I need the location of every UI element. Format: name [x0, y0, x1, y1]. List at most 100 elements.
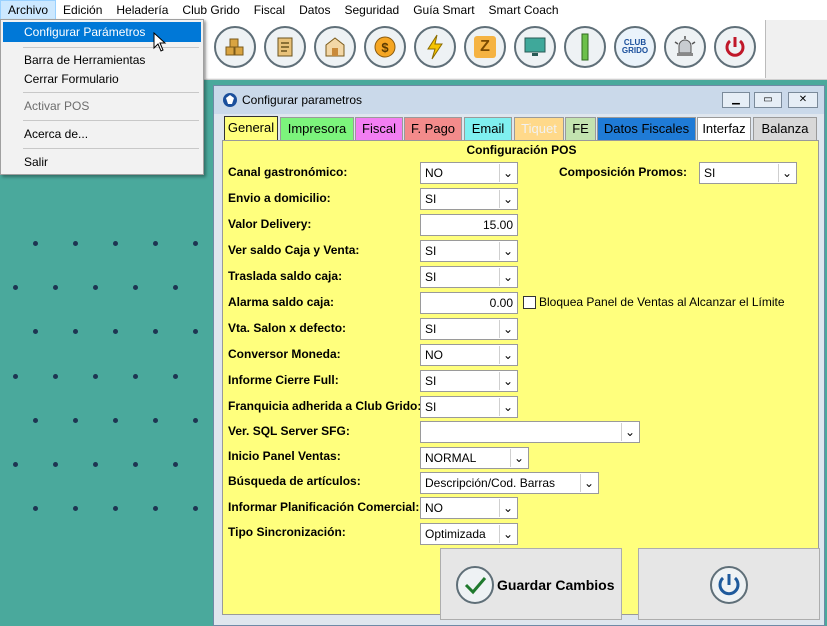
menu-item-configurar-parametros[interactable]: Configurar Parámetros — [3, 22, 201, 42]
menu-smart-coach[interactable]: Smart Coach — [482, 0, 566, 20]
chevron-down-icon: ⌄ — [499, 499, 516, 517]
composicion-value: SI — [704, 166, 716, 180]
tab-datos-fiscales[interactable]: Datos Fiscales — [597, 117, 696, 140]
monitor-icon[interactable] — [514, 26, 556, 68]
tab-impresora[interactable]: Impresora — [280, 117, 354, 140]
label-valor-delivery: Valor Delivery: — [228, 217, 312, 231]
menu-guia-smart[interactable]: Guía Smart — [406, 0, 481, 20]
alarm-bell-icon[interactable] — [664, 26, 706, 68]
menu-heladeria[interactable]: Heladería — [109, 0, 175, 20]
label-traslada: Traslada saldo caja: — [228, 269, 343, 283]
menu-item-salir[interactable]: Salir — [3, 152, 201, 172]
bar-icon[interactable] — [564, 26, 606, 68]
tab-fe[interactable]: FE — [565, 117, 596, 140]
tab-balanza[interactable]: Balanza — [753, 117, 817, 140]
valor-delivery-input[interactable]: 15.00 — [420, 214, 518, 236]
traslada-select[interactable]: SI ⌄ — [420, 266, 518, 288]
label-ver-saldo: Ver saldo Caja y Venta: — [228, 243, 360, 257]
club-grido-icon[interactable]: CLUB GRIDO — [614, 26, 656, 68]
decor-dot — [53, 285, 58, 290]
chevron-down-icon: ⌄ — [499, 398, 516, 416]
alarma-input[interactable]: 0.00 — [420, 292, 518, 314]
decor-dot — [33, 241, 38, 246]
decor-dot — [173, 462, 178, 467]
checklist-icon[interactable] — [264, 26, 306, 68]
window-title: Configurar parametros — [242, 93, 363, 107]
inicio-select[interactable]: NORMAL ⌄ — [420, 447, 529, 469]
power-icon[interactable] — [714, 26, 756, 68]
bloquea-checkbox[interactable] — [523, 296, 536, 309]
canal-select[interactable]: NO ⌄ — [420, 162, 518, 184]
save-changes-button[interactable]: Guardar Cambios — [440, 548, 622, 620]
close-button[interactable]: ✕ — [788, 92, 818, 108]
menu-club-grido[interactable]: Club Grido — [175, 0, 246, 20]
informe-value: SI — [425, 374, 437, 388]
tab-tiquet[interactable]: Tiquet — [514, 117, 564, 140]
decor-dot — [153, 418, 158, 423]
tab-f-pago[interactable]: F. Pago — [404, 117, 462, 140]
informe-select[interactable]: SI ⌄ — [420, 370, 518, 392]
label-busqueda: Búsqueda de artículos: — [228, 474, 361, 488]
decor-dot — [33, 506, 38, 511]
envio-select[interactable]: SI ⌄ — [420, 188, 518, 210]
exit-button[interactable] — [638, 548, 820, 620]
ver-saldo-value: SI — [425, 244, 437, 258]
decor-dot — [133, 374, 138, 379]
label-sql: Ver. SQL Server SFG: — [228, 424, 350, 438]
decor-dot — [33, 418, 38, 423]
menu-item-activar-pos[interactable]: Activar POS — [3, 96, 201, 116]
general-tab-panel: Configuración POS Canal gastronómico: NO… — [222, 140, 819, 615]
lightning-icon[interactable] — [414, 26, 456, 68]
sql-select[interactable]: ⌄ — [420, 421, 640, 443]
tab-email[interactable]: Email — [464, 117, 512, 140]
decor-dot — [153, 329, 158, 334]
label-planificacion: Informar Planificación Comercial: — [228, 500, 420, 514]
conversor-select[interactable]: NO ⌄ — [420, 344, 518, 366]
canal-value: NO — [425, 166, 443, 180]
chevron-down-icon: ⌄ — [621, 423, 638, 441]
store-icon[interactable] — [314, 26, 356, 68]
minimize-button[interactable]: ▁ — [722, 92, 750, 108]
section-title: Configuración POS — [466, 143, 577, 157]
sincronizacion-select[interactable]: Optimizada ⌄ — [420, 523, 518, 545]
menu-seguridad[interactable]: Seguridad — [337, 0, 406, 20]
decor-dot — [53, 374, 58, 379]
z-report-icon[interactable]: Z — [464, 26, 506, 68]
franquicia-select[interactable]: SI ⌄ — [420, 396, 518, 418]
app-icon — [223, 93, 237, 107]
menu-datos[interactable]: Datos — [292, 0, 337, 20]
inicio-value: NORMAL — [425, 451, 477, 465]
label-alarma: Alarma saldo caja: — [228, 295, 335, 309]
vta-salon-value: SI — [425, 322, 437, 336]
vta-salon-select[interactable]: SI ⌄ — [420, 318, 518, 340]
tab-fiscal[interactable]: Fiscal — [355, 117, 403, 140]
chevron-down-icon: ⌄ — [499, 242, 516, 260]
ver-saldo-select[interactable]: SI ⌄ — [420, 240, 518, 262]
decor-dot — [93, 374, 98, 379]
planificacion-select[interactable]: NO ⌄ — [420, 497, 518, 519]
menu-item-acerca-de[interactable]: Acerca de... — [3, 124, 201, 144]
money-refresh-icon[interactable]: $ — [364, 26, 406, 68]
busqueda-select[interactable]: Descripción/Cod. Barras ⌄ — [420, 472, 599, 494]
planificacion-value: NO — [425, 501, 443, 515]
decor-dot — [13, 462, 18, 467]
decor-dot — [93, 462, 98, 467]
menu-item-cerrar-formulario[interactable]: Cerrar Formulario — [3, 69, 201, 89]
menu-archivo[interactable]: Archivo — [0, 0, 57, 20]
window-titlebar[interactable]: Configurar parametros ▁ ▭ ✕ — [214, 86, 824, 114]
decor-dot — [33, 329, 38, 334]
power-icon — [710, 566, 748, 604]
menu-item-barra-herramientas[interactable]: Barra de Herramientas — [3, 50, 201, 70]
maximize-button[interactable]: ▭ — [754, 92, 782, 108]
decor-dot — [53, 462, 58, 467]
composicion-select[interactable]: SI ⌄ — [699, 162, 797, 184]
tab-general[interactable]: General — [224, 116, 278, 141]
menu-edicion[interactable]: Edición — [56, 0, 109, 20]
decor-dot — [193, 329, 198, 334]
menu-fiscal[interactable]: Fiscal — [247, 0, 292, 20]
tab-interfaz[interactable]: Interfaz — [697, 117, 751, 140]
decor-dot — [73, 418, 78, 423]
menu-bar: Archivo Edición Heladería Club Grido Fis… — [0, 0, 827, 20]
boxes-icon[interactable] — [214, 26, 256, 68]
chevron-down-icon: ⌄ — [510, 449, 527, 467]
